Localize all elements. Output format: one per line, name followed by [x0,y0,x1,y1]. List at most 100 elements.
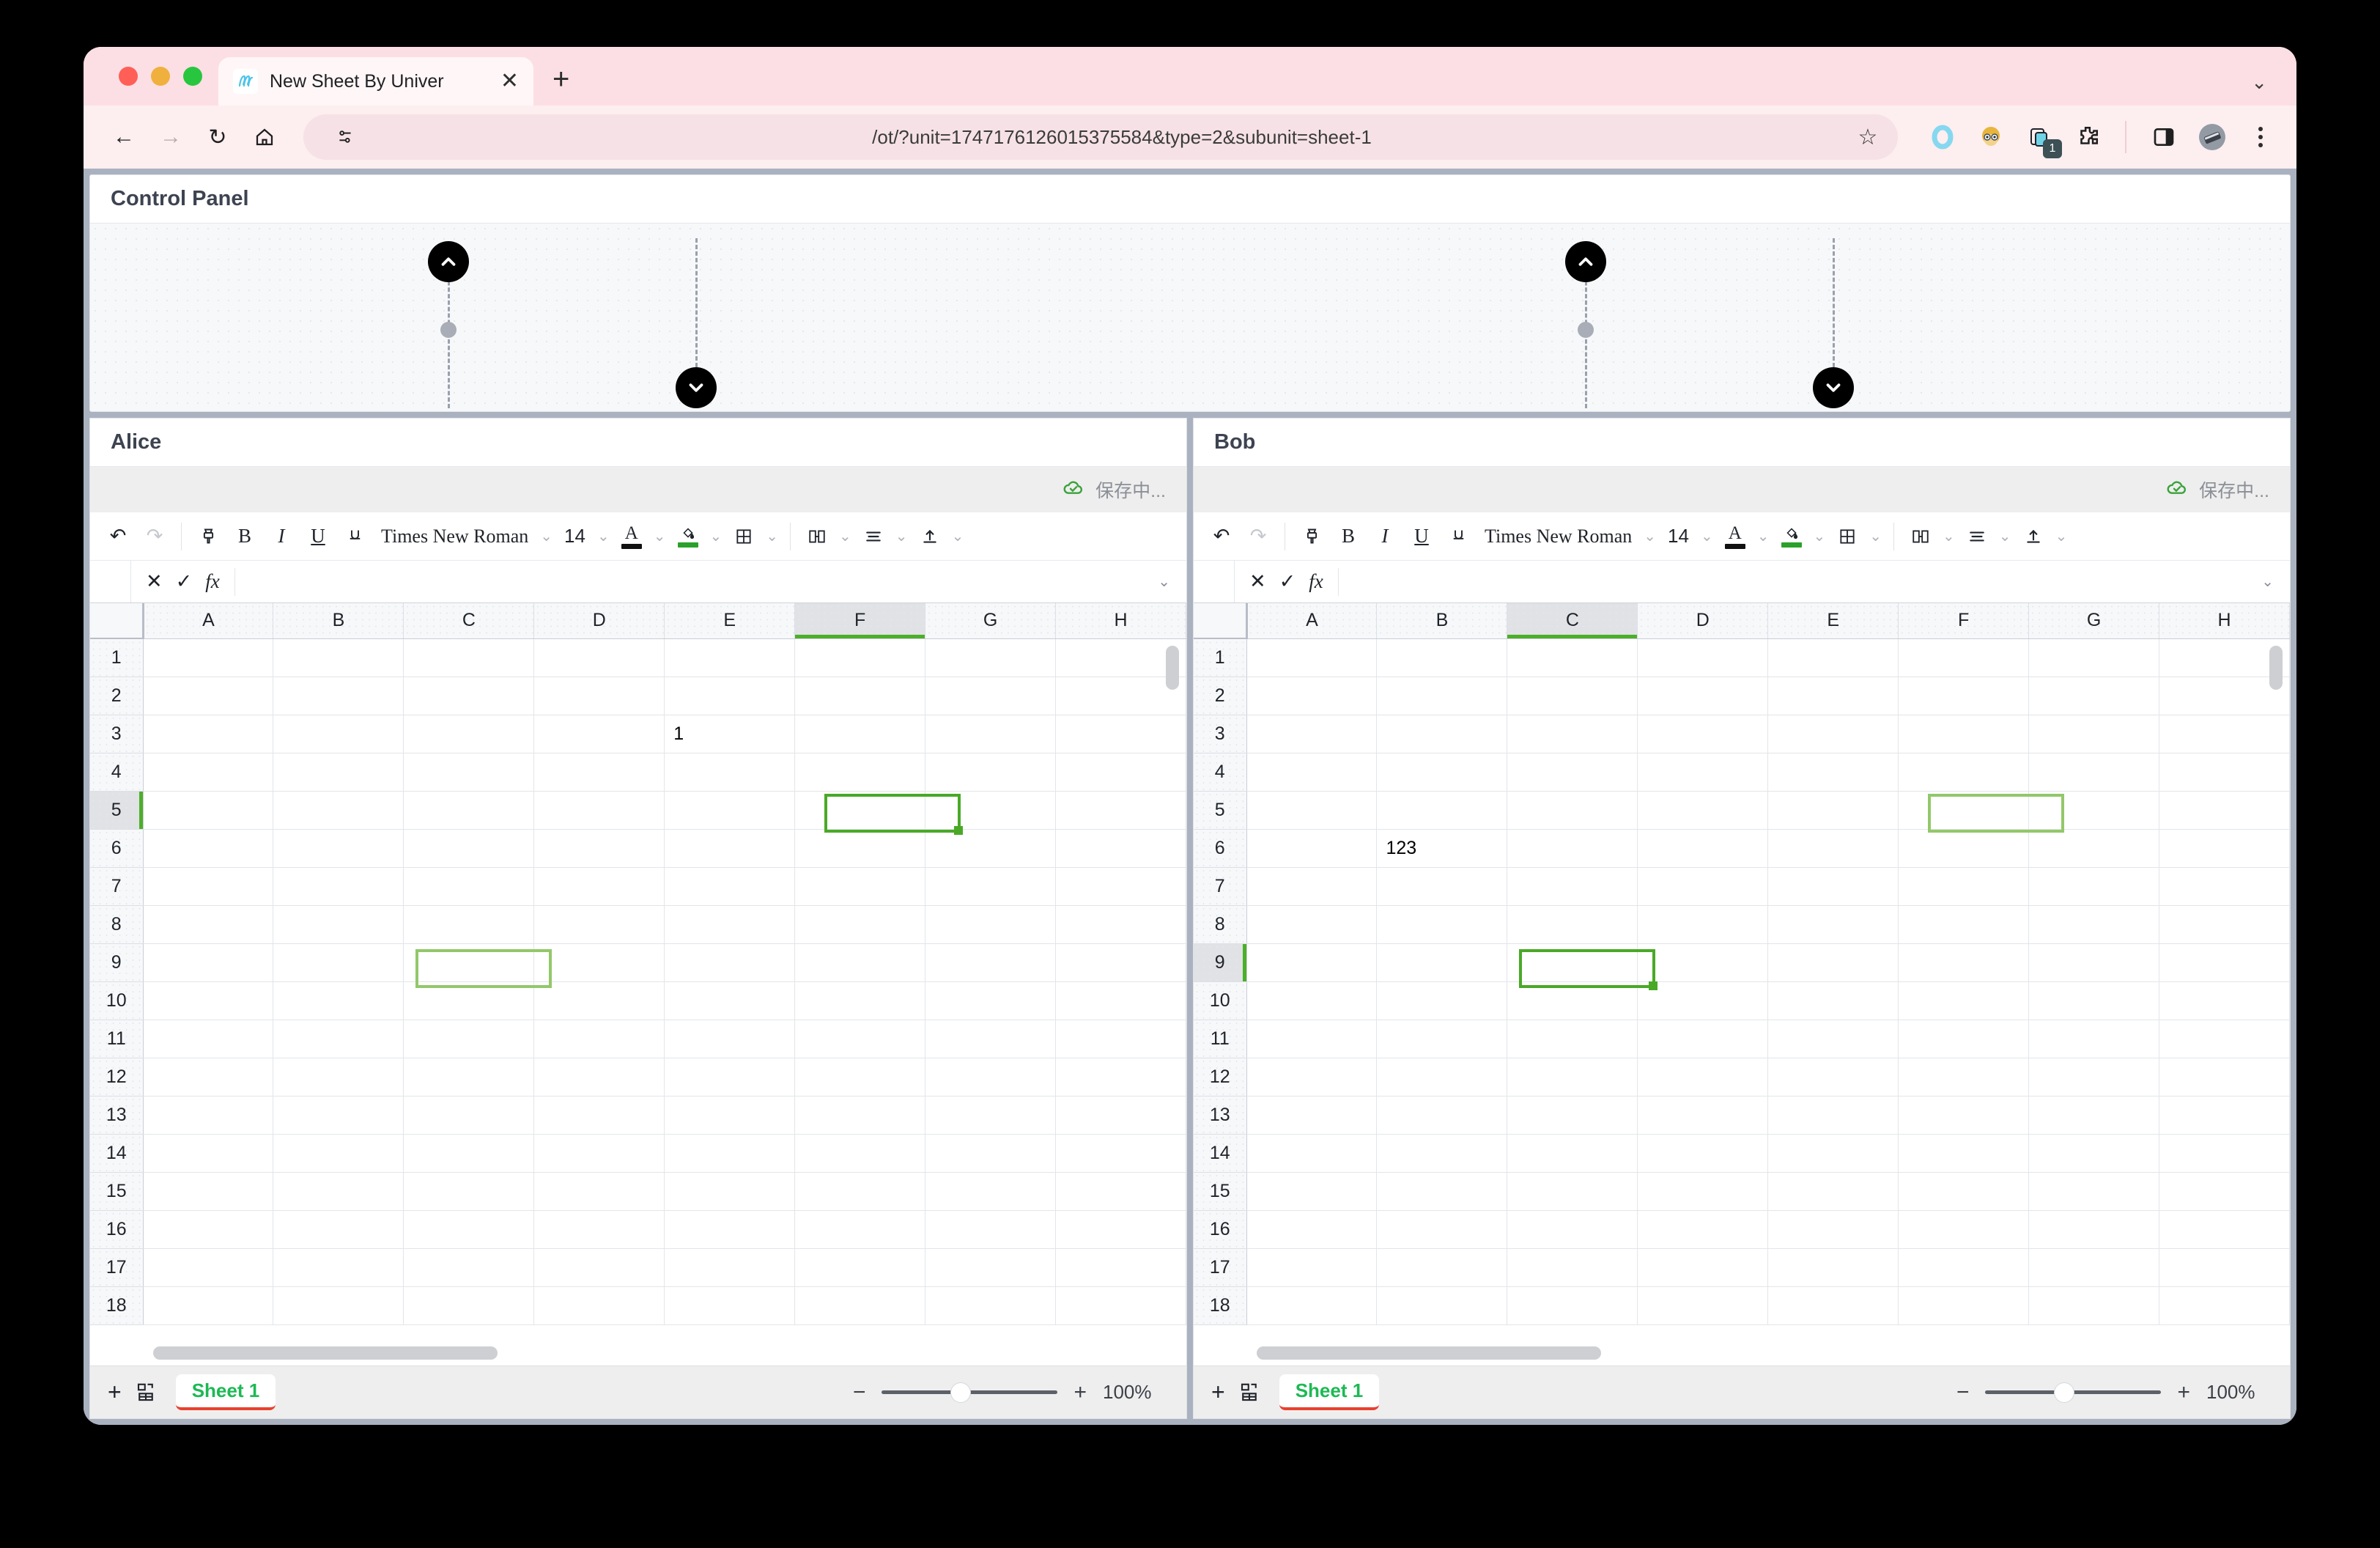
cell-G11[interactable] [2028,1020,2160,1058]
cell-H3[interactable] [2159,715,2290,753]
paint-format-icon[interactable] [1294,517,1329,556]
row-header-9[interactable]: 9 [1194,943,1247,982]
cell-G4[interactable] [925,753,1057,792]
cell-B11[interactable] [1376,1020,1508,1058]
cell-E1[interactable] [1767,638,1899,677]
cell-H12[interactable] [1055,1058,1186,1096]
cell-D10[interactable] [1637,981,1769,1020]
cell-E6[interactable] [664,829,796,868]
cell-H7[interactable] [1055,867,1186,906]
chevron-down-icon[interactable]: ⌄ [594,527,613,545]
cell-C6[interactable] [1507,829,1638,868]
select-all-corner[interactable] [90,603,144,639]
font-size-select[interactable]: 14 [557,525,593,548]
merge-cells-button[interactable] [1903,517,1938,556]
cell-C7[interactable] [403,867,535,906]
column-header-B[interactable]: B [1376,603,1508,639]
cell-D17[interactable] [533,1248,665,1287]
row-header-1[interactable]: 1 [1194,638,1247,677]
cell-C7[interactable] [1507,867,1638,906]
vertical-align-button[interactable] [2016,517,2051,556]
cell-H15[interactable] [1055,1172,1186,1211]
cell-G7[interactable] [2028,867,2160,906]
chevron-down-icon[interactable]: ⌄ [949,527,967,545]
cell-E13[interactable] [664,1096,796,1135]
cell-A7[interactable] [143,867,274,906]
row-header-16[interactable]: 16 [1194,1210,1247,1249]
text-color-button[interactable]: A [614,517,649,556]
chevron-down-icon[interactable]: ⌄ [1754,527,1773,545]
row-header-14[interactable]: 14 [1194,1134,1247,1173]
cell-E5[interactable] [664,791,796,830]
cell-G13[interactable] [925,1096,1057,1135]
cell-E2[interactable] [664,677,796,715]
minimize-window-button[interactable] [151,67,170,86]
cell-B8[interactable] [1376,905,1508,944]
chevron-down-icon[interactable]: ⌄ [1866,527,1885,545]
site-settings-icon[interactable] [324,116,366,158]
cell-A8[interactable] [1246,905,1378,944]
cell-C2[interactable] [1507,677,1638,715]
add-sheet-button[interactable]: + [1211,1379,1225,1406]
cell-F13[interactable] [1898,1096,2030,1135]
chevron-down-icon[interactable]: ⌄ [892,527,911,545]
cell-B9[interactable] [273,943,404,982]
omnibox[interactable]: /ot/?unit=1747176126015375584&type=2&sub… [303,114,1898,160]
cell-B6[interactable] [273,829,404,868]
fill-color-button[interactable] [1774,517,1809,556]
cell-B2[interactable] [1376,677,1508,715]
cell-G13[interactable] [2028,1096,2160,1135]
zoom-slider-handle[interactable] [951,1382,971,1402]
cell-C6[interactable] [403,829,535,868]
cell-D11[interactable] [533,1020,665,1058]
cell-E3[interactable]: 1 [664,715,796,753]
cell-D4[interactable] [533,753,665,792]
cell-E18[interactable] [664,1286,796,1325]
cell-H7[interactable] [2159,867,2290,906]
cell-F2[interactable] [794,677,926,715]
cell-D16[interactable] [1637,1210,1769,1249]
row-header-15[interactable]: 15 [90,1172,144,1211]
cell-H9[interactable] [1055,943,1186,982]
cell-H17[interactable] [1055,1248,1186,1287]
cell-D3[interactable] [1637,715,1769,753]
alice-collapse-toggle[interactable] [428,241,469,282]
column-header-B[interactable]: B [273,603,404,639]
cell-G15[interactable] [2028,1172,2160,1211]
cell-E14[interactable] [664,1134,796,1173]
cell-H9[interactable] [2159,943,2290,982]
cell-C5[interactable] [403,791,535,830]
cancel-formula-icon[interactable]: ✕ [146,570,163,593]
cell-A3[interactable] [1246,715,1378,753]
cell-F1[interactable] [794,638,926,677]
cell-B10[interactable] [1376,981,1508,1020]
cell-C17[interactable] [403,1248,535,1287]
cell-H13[interactable] [1055,1096,1186,1135]
expand-formula-bar-icon[interactable]: ⌄ [1142,572,1186,591]
cell-E8[interactable] [1767,905,1899,944]
row-header-11[interactable]: 11 [1194,1020,1247,1058]
alice-expand-toggle[interactable] [676,367,717,408]
cell-F17[interactable] [794,1248,926,1287]
italic-button[interactable]: I [264,517,299,556]
cell-F2[interactable] [1898,677,2030,715]
cell-H4[interactable] [1055,753,1186,792]
cell-G1[interactable] [2028,638,2160,677]
zoom-slider-handle[interactable] [2055,1382,2074,1402]
cell-G6[interactable] [925,829,1057,868]
alice-slider-handle[interactable] [440,322,457,338]
row-header-8[interactable]: 8 [90,905,144,944]
cell-D15[interactable] [1637,1172,1769,1211]
forward-button[interactable]: → [149,116,192,158]
cell-A1[interactable] [1246,638,1378,677]
cell-G8[interactable] [925,905,1057,944]
row-header-17[interactable]: 17 [1194,1248,1247,1287]
cell-D12[interactable] [533,1058,665,1096]
cell-A13[interactable] [1246,1096,1378,1135]
new-tab-button[interactable]: + [552,64,569,106]
sheet-tab-sheet-1[interactable]: Sheet 1 [1279,1374,1380,1410]
cell-D2[interactable] [533,677,665,715]
cell-B18[interactable] [1376,1286,1508,1325]
cell-B16[interactable] [273,1210,404,1249]
cell-A12[interactable] [1246,1058,1378,1096]
